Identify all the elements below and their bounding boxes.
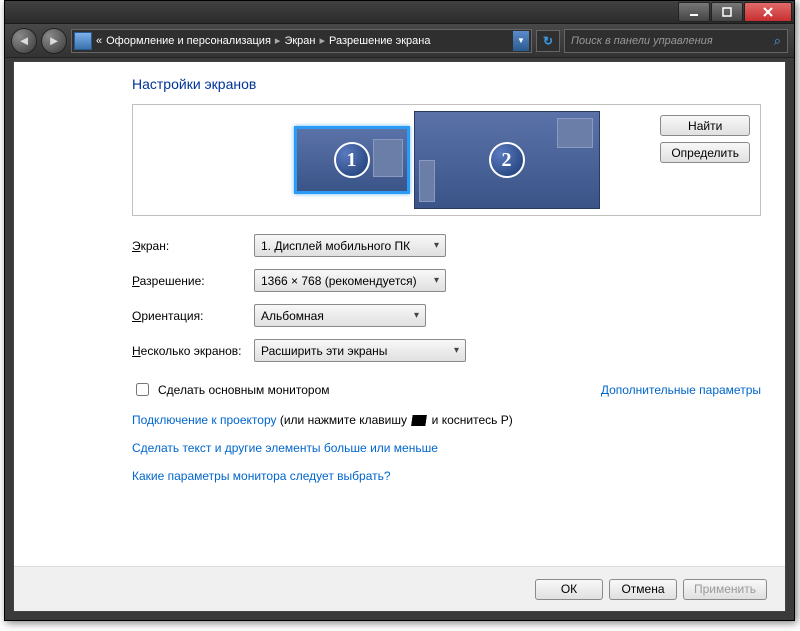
multi-select[interactable]: Расширить эти экраны [254,339,466,362]
projector-link[interactable]: Подключение к проектору [132,413,277,427]
monitor-deco [373,139,403,177]
apply-button[interactable]: Применить [683,579,767,600]
search-icon: ⌕ [774,33,781,49]
monitor-deco [419,160,435,202]
monitor-1[interactable]: 1 [294,126,410,194]
resolution-label: Разрешение: [132,274,254,288]
refresh-button[interactable]: ↻ [536,30,560,52]
orientation-label: Ориентация: [132,309,254,323]
settings-form: Экран: 1. Дисплей мобильного ПК Разрешен… [132,234,761,362]
monitor-2[interactable]: 2 [414,111,600,209]
nav-forward-button[interactable]: ► [41,28,67,54]
multi-label: Несколько экранов: [132,344,254,358]
resolution-select[interactable]: 1366 × 768 (рекомендуется) [254,269,446,292]
advanced-link[interactable]: Дополнительные параметры [601,383,761,397]
nav-back-button[interactable]: ◄ [11,28,37,54]
screen-select[interactable]: 1. Дисплей мобильного ПК [254,234,446,257]
content-area: Настройки экранов 1 2 Найти Определить [13,61,786,612]
window-frame: ◄ ► « Оформление и персонализация ▸ Экра… [4,0,795,621]
search-box[interactable]: Поиск в панели управления ⌕ [564,29,788,53]
identify-button[interactable]: Определить [660,142,750,163]
make-main-input[interactable] [136,383,149,396]
titlebar [5,1,794,24]
screen-label: Экран: [132,239,254,253]
search-placeholder: Поиск в панели управления [571,35,713,47]
footer: ОК Отмена Применить [14,566,785,611]
make-main-label: Сделать основным монитором [158,383,330,397]
ok-button[interactable]: ОК [535,579,603,600]
monitor-arrangement[interactable]: 1 2 [143,111,750,209]
make-main-checkbox[interactable]: Сделать основным монитором [132,380,330,399]
display-preview: 1 2 Найти Определить [132,104,761,216]
breadcrumb-item[interactable]: Экран [284,35,315,47]
breadcrumb-sep: ▸ [275,34,281,47]
projector-suffix-post: и коснитесь P) [428,413,512,427]
breadcrumb-sep: ▸ [319,34,325,47]
find-button[interactable]: Найти [660,115,750,136]
nav-bar: ◄ ► « Оформление и персонализация ▸ Экра… [5,24,794,58]
projector-row: Подключение к проектору (или нажмите кла… [132,413,761,427]
page-title: Настройки экранов [132,76,761,92]
close-button[interactable] [744,2,792,22]
maximize-button[interactable] [711,2,743,22]
control-panel-icon [74,32,92,50]
windows-key-icon [412,415,428,426]
addr-back: « [96,35,102,47]
main-panel: Настройки экранов 1 2 Найти Определить [14,62,785,483]
address-dropdown[interactable]: ▼ [513,31,529,51]
monitor-1-number: 1 [334,142,370,178]
breadcrumb-item[interactable]: Разрешение экрана [329,35,430,47]
orientation-select[interactable]: Альбомная [254,304,426,327]
minimize-button[interactable] [678,2,710,22]
monitor-2-number: 2 [489,142,525,178]
projector-suffix-pre: (или нажмите клавишу [277,413,411,427]
which-monitor-link[interactable]: Какие параметры монитора следует выбрать… [132,469,391,483]
breadcrumb-item[interactable]: Оформление и персонализация [106,35,271,47]
monitor-deco [557,118,593,148]
cancel-button[interactable]: Отмена [609,579,677,600]
address-bar[interactable]: « Оформление и персонализация ▸ Экран ▸ … [71,29,532,53]
textsize-link[interactable]: Сделать текст и другие элементы больше и… [132,441,438,455]
